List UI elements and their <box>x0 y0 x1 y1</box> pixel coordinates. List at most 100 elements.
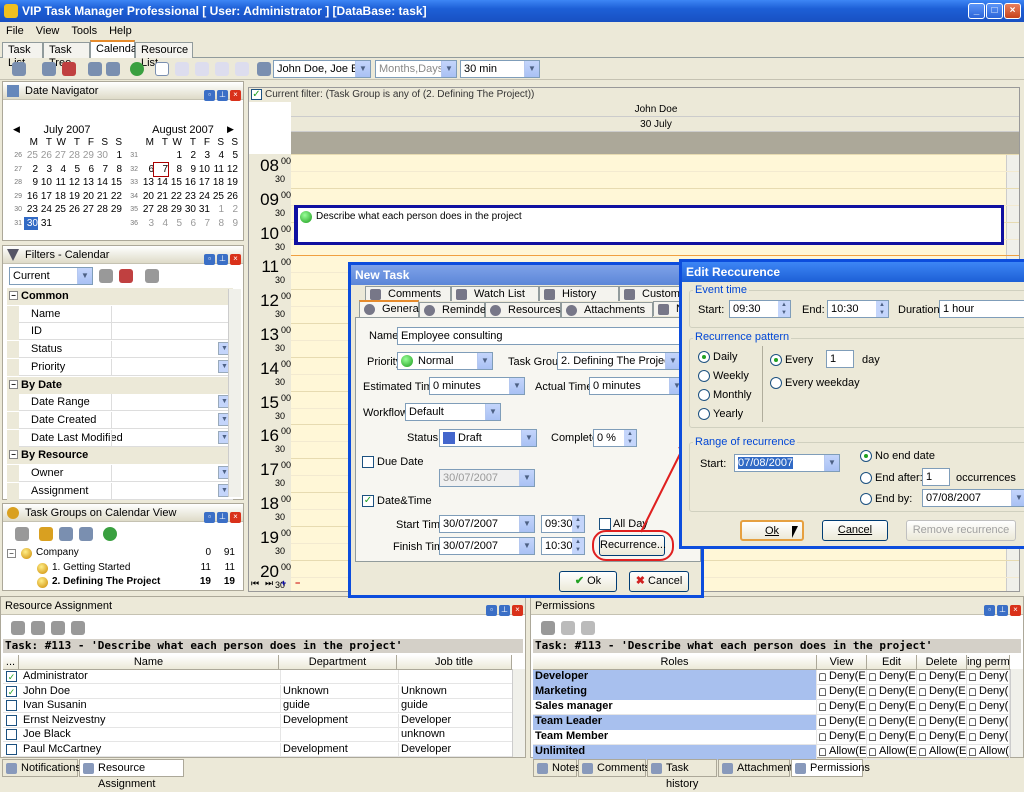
close-icon[interactable]: × <box>512 605 523 616</box>
collapse-icon[interactable]: − <box>9 450 18 460</box>
dialog-tab[interactable]: Resources <box>485 302 561 317</box>
pin-icon[interactable]: ⊥ <box>997 605 1008 616</box>
calendar-day[interactable]: 30 <box>94 149 108 162</box>
month-view-icon[interactable] <box>215 62 229 76</box>
restore-icon[interactable]: ▫ <box>486 605 497 616</box>
filter-section[interactable]: − By Date <box>7 376 233 394</box>
permission-cell[interactable]: Deny(E <box>967 715 1010 730</box>
filter-row[interactable]: Name <box>7 305 233 323</box>
calendar-day[interactable]: 12 <box>66 176 80 189</box>
interval-combo[interactable]: 30 min ▼ <box>460 60 540 78</box>
calendar-day[interactable]: 5 <box>66 163 80 176</box>
bottom-tab[interactable]: Resource Assignment <box>79 759 184 790</box>
estimated-time-combo[interactable]: 0 minutes ▼ <box>429 377 525 395</box>
calendar-day[interactable]: 16 <box>24 190 38 203</box>
column-header[interactable]: ... <box>3 655 19 669</box>
assign-checkbox[interactable] <box>6 714 17 726</box>
permission-cell[interactable]: Allow(E <box>867 745 917 760</box>
chevron-down-icon[interactable]: ▼ <box>441 61 456 77</box>
group-refresh-icon[interactable] <box>103 527 117 541</box>
add-icon[interactable]: + <box>281 578 286 588</box>
ok-button[interactable]: ✔ Ok <box>559 571 617 592</box>
table-row[interactable]: Ernst Neizvestny Development Developer <box>3 713 514 728</box>
calendar-day[interactable]: 27 <box>80 203 94 216</box>
scale-combo[interactable]: Months,Days ▼ <box>375 60 457 78</box>
main-tab[interactable]: Calendar <box>90 40 141 58</box>
cancel-button[interactable]: ✖ Cancel <box>629 571 689 592</box>
name-input[interactable]: Employee consulting <box>397 327 697 345</box>
table-row[interactable]: Developer Deny(E Deny(E Deny(E Deny(E <box>533 670 1010 685</box>
calendar-day[interactable]: 23 <box>182 190 196 203</box>
permission-cell[interactable]: Allow(E <box>817 745 867 760</box>
calendar-day[interactable]: 7 <box>94 163 108 176</box>
permission-cell[interactable]: Deny(E <box>867 700 917 715</box>
minimize-button[interactable]: _ <box>968 3 985 19</box>
permission-cell[interactable]: Deny(E <box>867 715 917 730</box>
filter-scrollbar[interactable] <box>228 289 241 497</box>
dialog-tab[interactable]: History <box>539 286 619 301</box>
perm-scrollbar[interactable] <box>1010 669 1023 757</box>
calendar-day[interactable]: 5 <box>168 217 182 230</box>
restore-icon[interactable]: ▫ <box>204 512 215 523</box>
filter-row[interactable]: Date Range ▼ <box>7 394 233 412</box>
calendar-day[interactable]: 27 <box>52 149 66 162</box>
filter-row[interactable]: Priority ▼ <box>7 358 233 376</box>
filter-row[interactable]: Assignment ▼ <box>7 482 233 500</box>
assign-checkbox[interactable]: ✓ <box>6 671 17 682</box>
assign-checkbox[interactable]: ✓ <box>6 685 17 697</box>
chevron-down-icon[interactable]: ▼ <box>521 430 536 446</box>
calendar-day[interactable]: 7 <box>196 217 210 230</box>
calendar-day[interactable]: 20 <box>80 190 94 203</box>
assign-checkbox[interactable] <box>6 700 17 711</box>
pin-icon[interactable]: ⊥ <box>217 90 228 101</box>
priority-combo[interactable]: Normal ▼ <box>397 352 493 370</box>
calendar-day[interactable]: 24 <box>196 190 210 203</box>
calendar-day[interactable]: 19 <box>224 176 238 189</box>
group-filter-icon[interactable] <box>15 527 29 541</box>
permission-cell[interactable]: Allow(E <box>967 745 1010 760</box>
group-add-icon[interactable] <box>39 527 53 541</box>
calendar-day[interactable]: 4 <box>52 163 66 176</box>
timeline-view-icon[interactable] <box>235 62 249 76</box>
collapse-icon[interactable]: − <box>7 549 16 558</box>
task-group-row[interactable]: 1. Getting Started 11 11 <box>7 562 239 576</box>
calendar-day[interactable]: 1 <box>168 149 182 162</box>
calendar-day[interactable]: 29 <box>168 203 182 216</box>
calendar-day[interactable]: 18 <box>210 176 224 189</box>
bottom-tab[interactable]: Notes <box>533 759 581 777</box>
restore-icon[interactable]: ▫ <box>204 254 215 265</box>
permission-cell[interactable]: Deny(E <box>917 730 967 745</box>
calendar-day[interactable]: 6 <box>182 217 196 230</box>
permission-cell[interactable]: Deny(E <box>817 730 867 745</box>
permission-cell[interactable]: Deny(E <box>867 670 917 685</box>
filter-row[interactable]: Owner ▼ <box>7 465 233 482</box>
filter-row[interactable]: Date Last Modified ▼ <box>7 429 233 447</box>
table-row[interactable]: Unlimited Allow(E Allow(E Allow(E Allow(E <box>533 745 1010 760</box>
calendar-day[interactable]: 5 <box>224 149 238 162</box>
range-start-combo[interactable]: 07/08/2007 ▼ <box>734 454 840 472</box>
group-delete-icon[interactable] <box>79 527 93 541</box>
task-group-row[interactable]: 2. Defining The Project 19 19 <box>7 576 239 590</box>
pin-icon[interactable]: ⊥ <box>499 605 510 616</box>
event-end-spin[interactable]: 10:30 ▲ ▼ <box>827 300 889 318</box>
calendar-day[interactable]: 8 <box>108 163 122 176</box>
spin-icon[interactable]: ▲ ▼ <box>572 516 584 532</box>
no-end-date-radio[interactable] <box>860 450 872 462</box>
start-date-combo[interactable]: 30/07/2007 ▼ <box>439 515 535 533</box>
calendar-day[interactable]: 29 <box>108 203 122 216</box>
calendar-day[interactable]: 25 <box>52 203 66 216</box>
all-day-checkbox[interactable] <box>599 518 611 530</box>
actual-time-combo[interactable]: 0 minutes ▼ <box>589 377 685 395</box>
end-by-radio[interactable] <box>860 493 872 505</box>
calendar-day[interactable]: 1 <box>210 203 224 216</box>
calendar-day[interactable]: 30 <box>182 203 196 216</box>
permission-cell[interactable]: Deny(E <box>867 685 917 700</box>
restore-icon[interactable]: ▫ <box>204 90 215 101</box>
edit-task-icon[interactable] <box>42 62 56 76</box>
bottom-tab[interactable]: Task history <box>647 759 717 790</box>
filter-section[interactable]: − Common <box>7 288 233 305</box>
filter-row[interactable]: Status ▼ <box>7 341 233 359</box>
calendar-day[interactable]: 20 <box>140 190 154 203</box>
dialog-tab[interactable]: Attachments <box>561 302 653 317</box>
permission-cell[interactable]: Deny(E <box>917 685 967 700</box>
